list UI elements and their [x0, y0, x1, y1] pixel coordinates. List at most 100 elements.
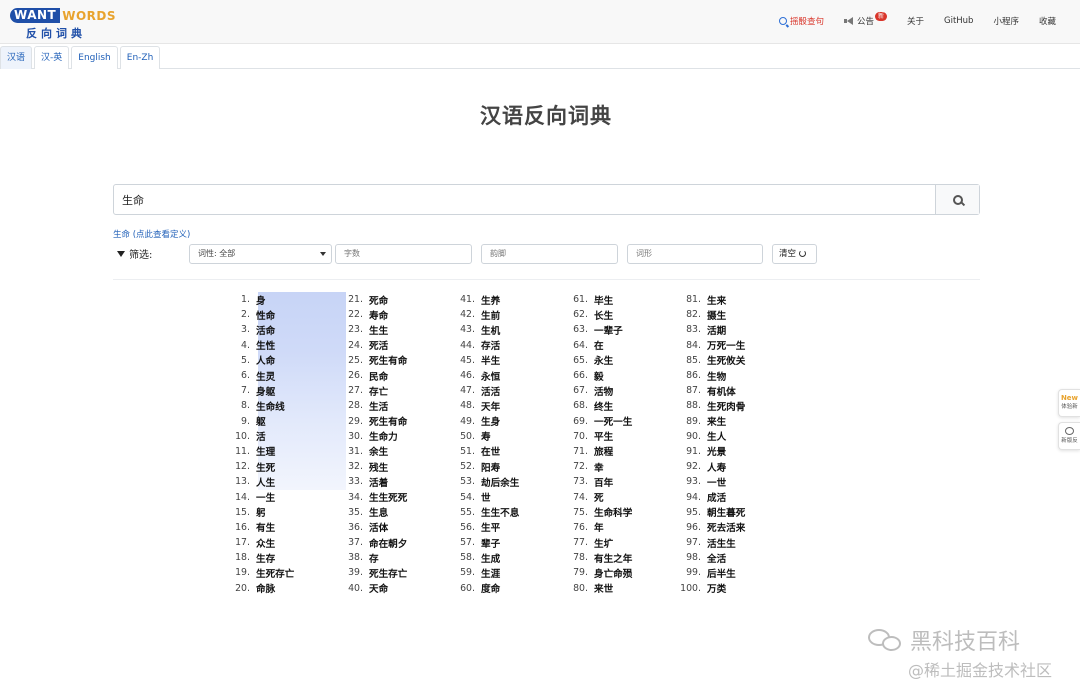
- list-item[interactable]: 100. 万类: [673, 581, 783, 596]
- list-item[interactable]: 37. 命在朝夕: [335, 535, 445, 550]
- list-item[interactable]: 57. 辈子: [447, 535, 557, 550]
- list-item[interactable]: 71. 旅程: [560, 444, 670, 459]
- list-item[interactable]: 31. 余生: [335, 444, 445, 459]
- list-item[interactable]: 36. 活体: [335, 520, 445, 535]
- list-item[interactable]: 56. 生平: [447, 520, 557, 535]
- list-item[interactable]: 16. 有生: [222, 520, 332, 535]
- list-item[interactable]: 92. 人寿: [673, 459, 783, 474]
- list-item[interactable]: 21. 死命: [335, 292, 445, 307]
- list-item[interactable]: 10. 活: [222, 429, 332, 444]
- list-item[interactable]: 55. 生生不息: [447, 505, 557, 520]
- list-item[interactable]: 34. 生生死死: [335, 489, 445, 505]
- list-item[interactable]: 2. 性命: [222, 307, 332, 322]
- list-item[interactable]: 27. 存亡: [335, 383, 445, 398]
- feedback-widget[interactable]: 新版反: [1058, 422, 1080, 450]
- list-item[interactable]: 28. 生活: [335, 398, 445, 413]
- new-version-widget[interactable]: New 体验新: [1058, 389, 1080, 417]
- list-item[interactable]: 25. 死生有命: [335, 353, 445, 368]
- list-item[interactable]: 7. 身躯: [222, 383, 332, 398]
- list-item[interactable]: 44. 存活: [447, 338, 557, 353]
- nav-favorite[interactable]: 收藏: [1039, 15, 1056, 27]
- list-item[interactable]: 88. 生死肉骨: [673, 398, 783, 413]
- list-item[interactable]: 41. 生养: [447, 292, 557, 307]
- list-item[interactable]: 39. 死生存亡: [335, 565, 445, 580]
- list-item[interactable]: 26. 民命: [335, 368, 445, 383]
- list-item[interactable]: 76. 年: [560, 520, 670, 535]
- list-item[interactable]: 66. 毅: [560, 368, 670, 383]
- list-item[interactable]: 38. 存: [335, 550, 445, 565]
- list-item[interactable]: 46. 永恒: [447, 368, 557, 383]
- list-item[interactable]: 47. 活活: [447, 383, 557, 398]
- list-item[interactable]: 33. 活着: [335, 474, 445, 489]
- nav-about[interactable]: 关于: [907, 15, 924, 27]
- list-item[interactable]: 81. 生来: [673, 292, 783, 307]
- list-item[interactable]: 86. 生物: [673, 368, 783, 383]
- list-item[interactable]: 59. 生涯: [447, 565, 557, 580]
- list-item[interactable]: 35. 生息: [335, 505, 445, 520]
- list-item[interactable]: 3. 活命: [222, 322, 332, 337]
- list-item[interactable]: 65. 永生: [560, 353, 670, 368]
- search-button[interactable]: [935, 185, 979, 214]
- list-item[interactable]: 50. 寿: [447, 429, 557, 444]
- list-item[interactable]: 20. 命脉: [222, 581, 332, 596]
- list-item[interactable]: 8. 生命线: [222, 398, 332, 413]
- list-item[interactable]: 32. 残生: [335, 459, 445, 474]
- pos-select[interactable]: 词性: 全部: [189, 244, 332, 264]
- list-item[interactable]: 43. 生机: [447, 322, 557, 337]
- list-item[interactable]: 79. 身亡命殒: [560, 565, 670, 580]
- list-item[interactable]: 73. 百年: [560, 474, 670, 489]
- nav-miniapp[interactable]: 小程序: [993, 15, 1019, 27]
- list-item[interactable]: 77. 生圹: [560, 535, 670, 550]
- list-item[interactable]: 11. 生理: [222, 444, 332, 459]
- list-item[interactable]: 75. 生命科学: [560, 505, 670, 520]
- list-item[interactable]: 23. 生生: [335, 322, 445, 337]
- list-item[interactable]: 84. 万死一生: [673, 338, 783, 353]
- tab-english[interactable]: English: [71, 46, 118, 69]
- list-item[interactable]: 14. 一生: [222, 489, 332, 505]
- list-item[interactable]: 5. 人命: [222, 353, 332, 368]
- list-item[interactable]: 18. 生存: [222, 550, 332, 565]
- list-item[interactable]: 9. 躯: [222, 414, 332, 429]
- tab-chinese-english[interactable]: 汉-英: [34, 46, 70, 69]
- list-item[interactable]: 67. 活物: [560, 383, 670, 398]
- list-item[interactable]: 87. 有机体: [673, 383, 783, 398]
- list-item[interactable]: 96. 死去活来: [673, 520, 783, 535]
- list-item[interactable]: 19. 生死存亡: [222, 565, 332, 580]
- logo[interactable]: WANT WORDS 反向词典: [10, 7, 116, 41]
- list-item[interactable]: 42. 生前: [447, 307, 557, 322]
- list-item[interactable]: 95. 朝生暮死: [673, 505, 783, 520]
- list-item[interactable]: 70. 平生: [560, 429, 670, 444]
- list-item[interactable]: 68. 终生: [560, 398, 670, 413]
- list-item[interactable]: 78. 有生之年: [560, 550, 670, 565]
- list-item[interactable]: 85. 生死攸关: [673, 353, 783, 368]
- list-item[interactable]: 1. 身: [222, 292, 332, 307]
- list-item[interactable]: 72. 幸: [560, 459, 670, 474]
- list-item[interactable]: 40. 天命: [335, 581, 445, 596]
- list-item[interactable]: 24. 死活: [335, 338, 445, 353]
- list-item[interactable]: 51. 在世: [447, 444, 557, 459]
- list-item[interactable]: 82. 摄生: [673, 307, 783, 322]
- rhyme-input[interactable]: 韵脚: [481, 244, 618, 264]
- nav-notice[interactable]: 公告 新: [843, 11, 887, 27]
- search-input[interactable]: [114, 185, 935, 214]
- clear-button[interactable]: 清空: [772, 244, 817, 264]
- list-item[interactable]: 64. 在: [560, 338, 670, 353]
- list-item[interactable]: 83. 活期: [673, 322, 783, 337]
- list-item[interactable]: 52. 阳寿: [447, 459, 557, 474]
- nav-github[interactable]: GitHub: [944, 16, 973, 26]
- list-item[interactable]: 80. 来世: [560, 581, 670, 596]
- list-item[interactable]: 97. 活生生: [673, 535, 783, 550]
- list-item[interactable]: 61. 毕生: [560, 292, 670, 307]
- nav-random-sentence[interactable]: 摇骰查句: [778, 15, 824, 27]
- list-item[interactable]: 54. 世: [447, 489, 557, 505]
- list-item[interactable]: 12. 生死: [222, 459, 332, 474]
- word-shape-input[interactable]: 词形: [627, 244, 763, 264]
- list-item[interactable]: 48. 天年: [447, 398, 557, 413]
- list-item[interactable]: 53. 劫后余生: [447, 474, 557, 489]
- list-item[interactable]: 17. 众生: [222, 535, 332, 550]
- list-item[interactable]: 45. 半生: [447, 353, 557, 368]
- list-item[interactable]: 93. 一世: [673, 474, 783, 489]
- definition-link[interactable]: 生命 (点此查看定义): [113, 228, 190, 240]
- list-item[interactable]: 94. 成活: [673, 489, 783, 505]
- list-item[interactable]: 74. 死: [560, 489, 670, 505]
